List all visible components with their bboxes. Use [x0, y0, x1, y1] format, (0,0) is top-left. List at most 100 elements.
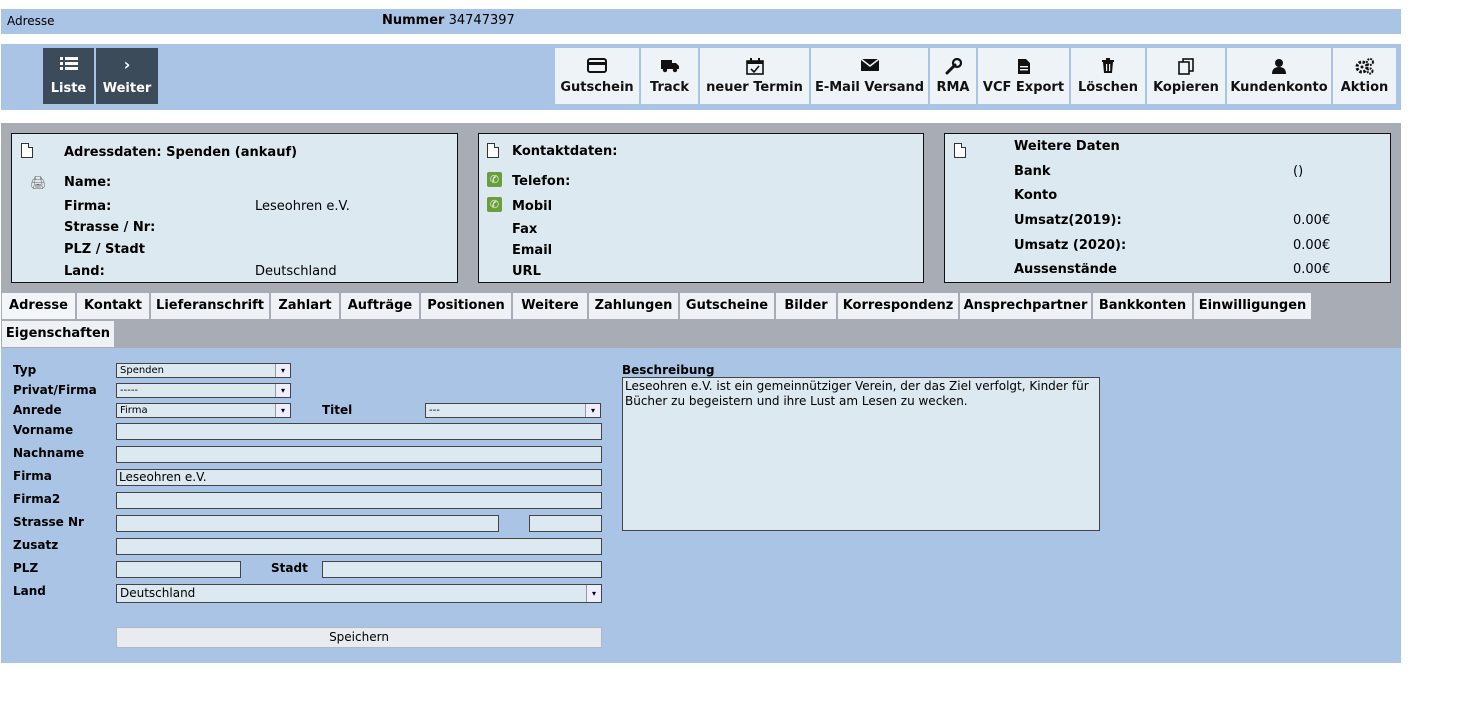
vorname-label: Vorname [13, 423, 74, 437]
document-icon [954, 143, 966, 158]
typ-select-value: Spenden [120, 365, 165, 376]
land-select-value: Deutschland [120, 586, 196, 600]
action-button[interactable]: Aktion [1333, 48, 1396, 104]
tab-bankkonten[interactable]: Bankkonten [1093, 293, 1192, 319]
email-label: Email [512, 243, 553, 258]
tab-zahlungen[interactable]: Zahlungen [589, 293, 678, 319]
nachname-label: Nachname [13, 446, 85, 460]
customer-account-label: Kundenkonto [1230, 80, 1328, 95]
track-label: Track [650, 80, 689, 95]
tab-eigenschaften[interactable]: Eigenschaften [2, 321, 114, 347]
wrench-icon [930, 57, 976, 75]
new-appointment-button[interactable]: neuer Termin [700, 48, 809, 104]
credit-card-icon [555, 58, 639, 74]
document-icon [978, 58, 1069, 74]
land-select[interactable]: Deutschland ▾ [116, 584, 602, 603]
umsatz-2019-value: 0.00€ [1293, 213, 1331, 228]
track-button[interactable]: Track [641, 48, 698, 104]
tab-gutscheine[interactable]: Gutscheine [680, 293, 774, 319]
gutschein-button[interactable]: Gutschein [555, 48, 639, 104]
tab-korrespondenz[interactable]: Korrespondenz [838, 293, 958, 319]
outstanding-label: Aussenstände [1014, 262, 1117, 277]
list-button[interactable]: Liste [43, 48, 94, 104]
plz-city-label: PLZ / Stadt [64, 242, 145, 257]
privat-firma-select[interactable]: ----- ▾ [116, 383, 291, 398]
more-data-card: Weitere Daten Bank () Konto Umsatz(2019)… [944, 133, 1391, 283]
email-send-button[interactable]: E-Mail Versand [811, 48, 928, 104]
umsatz-2020-value: 0.00€ [1293, 238, 1331, 253]
gears-icon [1333, 58, 1396, 75]
printer-icon[interactable]: 🖨 [30, 176, 47, 191]
chevron-down-icon: ▾ [275, 404, 290, 417]
plz-input[interactable] [116, 561, 241, 578]
phone-icon[interactable]: ✆ [487, 172, 502, 187]
next-button[interactable]: › Weiter [96, 48, 158, 104]
firma-label: Firma [13, 469, 52, 483]
list-label: Liste [50, 81, 87, 96]
country-label: Land: [64, 264, 105, 279]
firma2-label: Firma2 [13, 492, 61, 506]
firma-input[interactable]: Leseohren e.V. [116, 469, 602, 486]
delete-label: Löschen [1078, 80, 1138, 95]
document-icon [21, 143, 33, 158]
number-value: 34747397 [448, 13, 515, 28]
tab-lieferanschrift[interactable]: Lieferanschrift [151, 293, 269, 319]
stadt-input[interactable] [322, 561, 602, 578]
beschreibung-textarea[interactable]: Leseohren e.V. ist ein gemeinnütziger Ve… [622, 377, 1100, 531]
trash-icon [1071, 58, 1145, 74]
delete-button[interactable]: Löschen [1071, 48, 1145, 104]
anrede-label: Anrede [13, 403, 62, 417]
tab-positionen[interactable]: Positionen [421, 293, 511, 319]
tab-einwilligungen[interactable]: Einwilligungen [1194, 293, 1311, 319]
strasse-nr-label: Strasse Nr [13, 515, 84, 529]
country-value: Deutschland [255, 264, 337, 279]
email-send-label: E-Mail Versand [814, 80, 925, 95]
rma-label: RMA [936, 80, 970, 95]
address-card-title: Adressdaten: Spenden (ankauf) [64, 145, 298, 160]
typ-select[interactable]: Spenden ▾ [116, 363, 291, 378]
section-label: Adresse [7, 14, 55, 28]
konto-label: Konto [1014, 188, 1058, 203]
record-number: Nummer 34747397 [382, 13, 515, 28]
more-data-title: Weitere Daten [1014, 139, 1120, 154]
firma2-input[interactable] [116, 492, 602, 509]
bank-value: () [1293, 164, 1304, 179]
titel-label: Titel [322, 403, 353, 417]
tab-kontakt[interactable]: Kontakt [77, 293, 149, 319]
envelope-icon [811, 58, 928, 74]
house-number-input[interactable] [529, 515, 602, 532]
tab-auftraege[interactable]: Aufträge [341, 293, 419, 319]
firma-value: Leseohren e.V. [255, 199, 350, 214]
nachname-input[interactable] [116, 446, 602, 463]
copy-label: Kopieren [1153, 80, 1219, 95]
mobil-label: Mobil [512, 199, 553, 214]
contact-card-title: Kontaktdaten: [512, 144, 618, 159]
new-appointment-label: neuer Termin [706, 80, 803, 95]
anrede-select[interactable]: Firma ▾ [116, 403, 291, 418]
street-label: Strasse / Nr: [64, 220, 156, 235]
customer-account-button[interactable]: Kundenkonto [1227, 48, 1331, 104]
rma-button[interactable]: RMA [930, 48, 976, 104]
number-label: Nummer [382, 13, 445, 28]
user-icon [1227, 58, 1331, 74]
tab-bilder[interactable]: Bilder [776, 293, 836, 319]
phone-icon[interactable]: ✆ [487, 197, 502, 212]
zusatz-input[interactable] [116, 538, 602, 555]
tab-adresse[interactable]: Adresse [2, 293, 75, 319]
umsatz-2019-label: Umsatz(2019): [1014, 213, 1122, 228]
telefon-label: Telefon: [512, 174, 571, 189]
save-button[interactable]: Speichern [116, 627, 602, 648]
tab-zahlart[interactable]: Zahlart [271, 293, 339, 319]
vcf-export-button[interactable]: VCF Export [978, 48, 1069, 104]
beschreibung-label: Beschreibung [622, 363, 715, 377]
vorname-input[interactable] [116, 423, 602, 440]
titel-select[interactable]: --- ▾ [425, 403, 601, 418]
list-icon [43, 56, 94, 74]
copy-button[interactable]: Kopieren [1147, 48, 1225, 104]
stadt-label: Stadt [271, 561, 308, 575]
strasse-input[interactable] [116, 515, 499, 532]
tab-weitere[interactable]: Weitere [513, 293, 587, 319]
name-label: Name: [64, 175, 112, 190]
tab-ansprechpartner[interactable]: Ansprechpartner [960, 293, 1091, 319]
fax-label: Fax [512, 222, 538, 237]
